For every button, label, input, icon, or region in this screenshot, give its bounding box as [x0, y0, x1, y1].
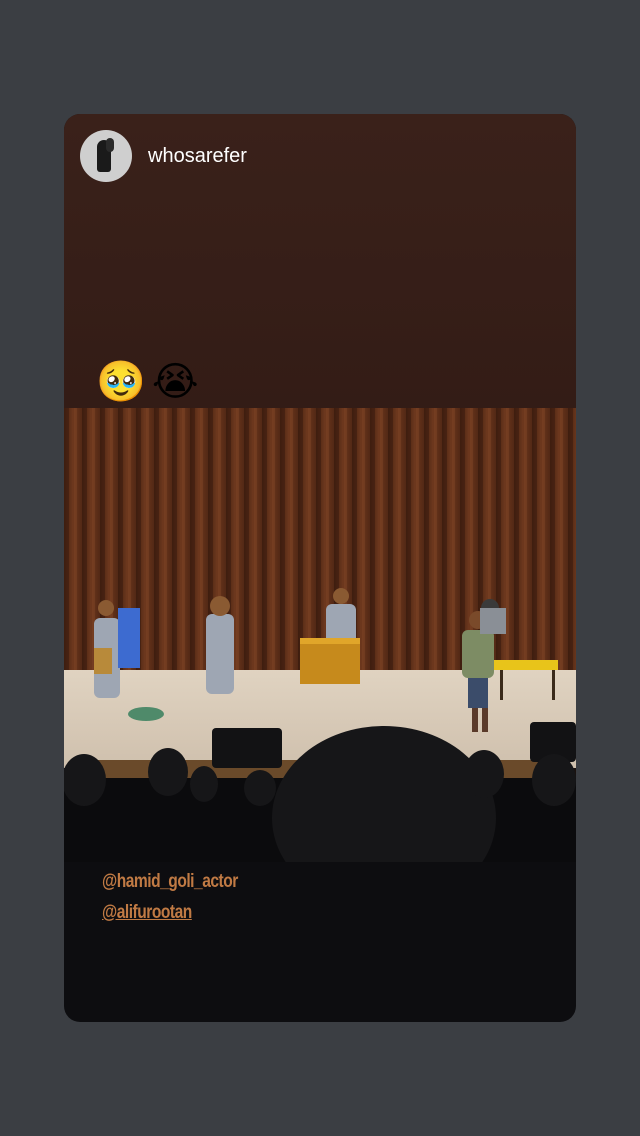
pleading-face-emoji: 🥹	[96, 359, 146, 405]
emoji-row: 🥹 😭	[96, 360, 199, 404]
avatar-head-icon	[106, 138, 114, 152]
profile-avatar[interactable]	[80, 130, 132, 182]
story-header: whosarefer	[80, 130, 247, 182]
crying-face-emoji: 😭	[151, 359, 199, 405]
mentions-list: @hamid_goli_actor @alifurootan	[102, 866, 268, 928]
mention-alifurootan[interactable]: @alifurootan	[102, 897, 238, 928]
story-username[interactable]: whosarefer	[148, 145, 247, 168]
story-card[interactable]: whosarefer 🥹 😭 @hamid_goli_actor @alifur…	[64, 114, 576, 1022]
theater-stage-photo	[64, 408, 576, 862]
mention-hamid-goli-actor[interactable]: @hamid_goli_actor	[102, 866, 238, 897]
